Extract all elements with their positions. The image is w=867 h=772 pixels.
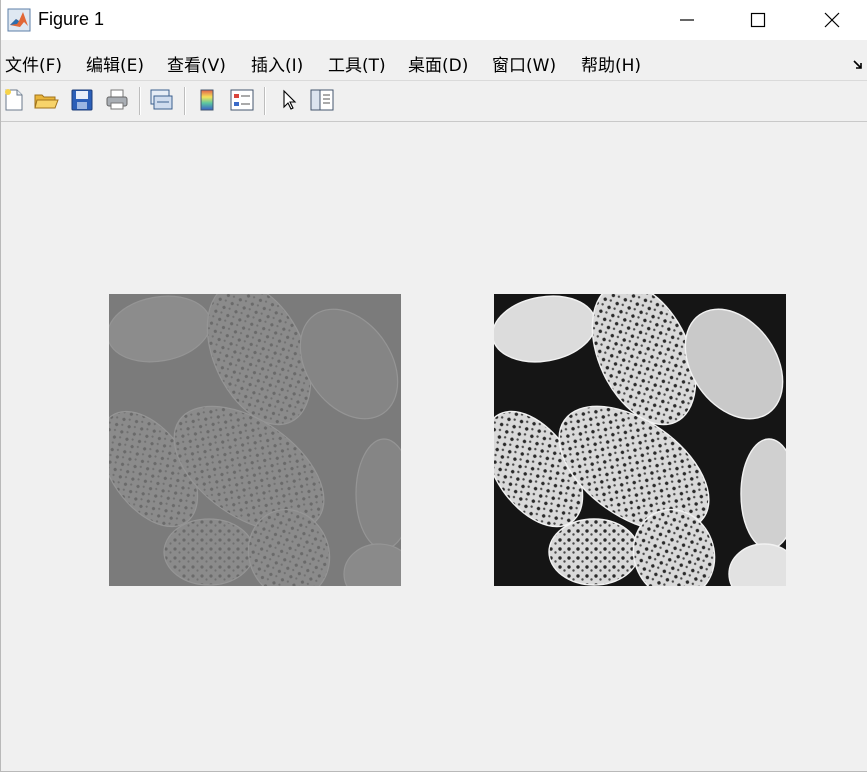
property-inspector-icon[interactable]	[309, 87, 335, 113]
insert-legend-icon[interactable]	[229, 87, 255, 113]
menu-window[interactable]: 窗口(W)	[492, 51, 556, 76]
toolbar-separator	[264, 87, 265, 115]
figure-toolbar	[1, 81, 867, 122]
insert-colorbar-icon[interactable]	[194, 87, 220, 113]
menu-help[interactable]: 帮助(H)	[581, 51, 641, 76]
menu-bar: 文件(F) 编辑(E) 查看(V) 插入(I) 工具(T) 桌面(D) 窗口(W…	[1, 42, 867, 78]
menu-tools[interactable]: 工具(T)	[328, 51, 386, 76]
toolbar-separator	[184, 87, 185, 115]
menu-desktop[interactable]: 桌面(D)	[408, 51, 468, 76]
figure-window: Figure 1 文件(F) 编辑(E) 查看(V) 插入(I) 工具(T) 桌…	[0, 0, 867, 772]
low-contrast-pollen-image	[109, 294, 401, 586]
toolbar-separator	[139, 87, 140, 115]
open-file-icon[interactable]	[33, 87, 59, 113]
new-figure-icon[interactable]	[1, 87, 27, 113]
maximize-button[interactable]	[723, 0, 793, 40]
maximize-icon	[750, 12, 766, 28]
save-icon[interactable]	[69, 87, 95, 113]
enhanced-pollen-image	[494, 294, 786, 586]
menu-edit[interactable]: 编辑(E)	[86, 51, 144, 76]
menu-insert[interactable]: 插入(I)	[251, 51, 303, 76]
print-icon[interactable]	[104, 87, 130, 113]
close-icon	[824, 12, 840, 28]
close-button[interactable]	[797, 0, 867, 40]
link-plot-icon[interactable]	[148, 87, 174, 113]
dock-arrow-icon[interactable]	[852, 56, 864, 69]
minimize-icon	[680, 19, 694, 21]
title-bar[interactable]: Figure 1	[1, 0, 867, 40]
minimize-button[interactable]	[652, 0, 722, 40]
matlab-icon	[7, 8, 31, 32]
edit-plot-arrow-icon[interactable]	[275, 87, 301, 113]
menu-file[interactable]: 文件(F)	[5, 51, 62, 76]
window-title: Figure 1	[38, 9, 105, 29]
menu-view[interactable]: 查看(V)	[167, 51, 226, 76]
